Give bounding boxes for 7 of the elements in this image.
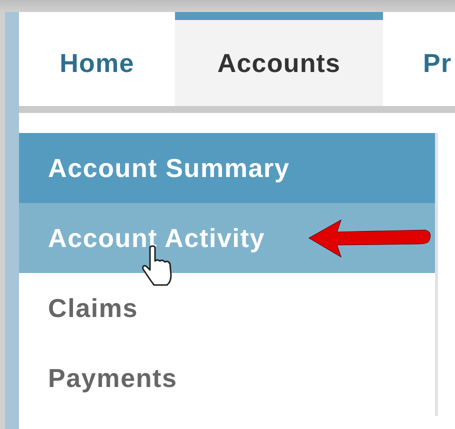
nav-tab[interactable]: Home <box>19 12 175 106</box>
menu-item[interactable]: Payments <box>19 343 435 413</box>
menu-item[interactable]: Claims <box>19 273 435 343</box>
arrow-icon <box>307 217 433 259</box>
nav-tab[interactable]: Pr <box>383 12 452 106</box>
menu-item[interactable]: Account Summary <box>19 133 435 203</box>
nav-tab[interactable]: Accounts <box>175 12 383 106</box>
